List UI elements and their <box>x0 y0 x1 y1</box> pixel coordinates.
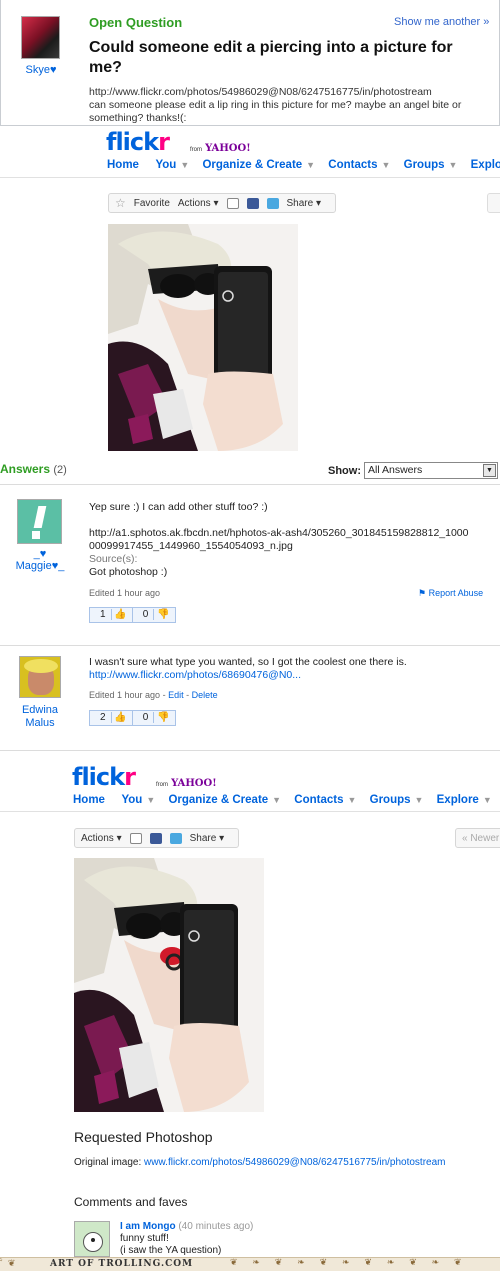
actions-button[interactable]: Actions ▾ <box>178 198 219 209</box>
show-label: Show: <box>328 465 361 477</box>
nav-groups[interactable]: Groups <box>404 159 445 171</box>
nav-explore[interactable]: Explore <box>437 794 479 806</box>
original-image-link[interactable]: www.flickr.com/photos/54986029@N08/62475… <box>144 1157 445 1168</box>
facebook-icon[interactable] <box>149 832 162 844</box>
flag-icon: ⚑ <box>418 588 427 598</box>
question-body: http://www.flickr.com/photos/54986029@N0… <box>89 86 489 125</box>
flickr-header-2: flickr from YAHOO! Home You ▼ Organize & … <box>0 760 500 812</box>
nav-contacts[interactable]: Contacts <box>328 159 377 171</box>
answerer-name[interactable]: _♥ Maggie♥_ <box>10 548 70 572</box>
answer-link[interactable]: http://a1.sphotos.ak.fbcdn.net/hphotos-a… <box>89 527 469 553</box>
newer-button[interactable]: « Newer <box>455 828 500 848</box>
thumbs-up-button[interactable]: 2 👍 <box>90 711 133 725</box>
actions-button[interactable]: Actions ▾ <box>81 833 122 844</box>
photo-title: Requested Photoshop <box>74 1129 213 1145</box>
nav-home[interactable]: Home <box>73 794 105 806</box>
photo-selfie-edited <box>74 858 264 1112</box>
nav-organize[interactable]: Organize & Create <box>168 794 268 806</box>
edit-link[interactable]: Edit <box>168 690 184 700</box>
comment-line-1: funny stuff! <box>120 1233 169 1244</box>
question-status: Open Question <box>89 15 183 30</box>
thumbs-down-button[interactable]: 0 👎 <box>133 608 175 622</box>
question-text: can someone please edit a lip ring in th… <box>89 99 462 124</box>
sources-label: Source(s): <box>89 553 138 565</box>
site-watermark-text: ART OF TROLLING.COM <box>50 1259 194 1269</box>
asker-name[interactable]: Skye♥ <box>15 64 67 76</box>
divider <box>0 484 500 485</box>
commenter-name[interactable]: I am Mongo <box>120 1221 176 1232</box>
comment-line-2: (i saw the YA question) <box>120 1245 222 1256</box>
comment-time: (40 minutes ago) <box>178 1221 254 1232</box>
show-another-link[interactable]: Show me another » <box>394 16 489 28</box>
thumbs-down-icon: 👎 <box>157 712 170 723</box>
photo-selfie-original <box>108 224 298 451</box>
nav-you[interactable]: You <box>155 159 176 171</box>
nav-organize[interactable]: Organize & Create <box>202 159 302 171</box>
answer-text: I wasn't sure what type you wanted, so I… <box>89 656 407 668</box>
nav-contacts[interactable]: Contacts <box>294 794 343 806</box>
photo-toolbar-2: Actions ▾ Share ▾ <box>74 828 239 848</box>
facebook-icon[interactable] <box>246 197 259 209</box>
flickr-nav-2: Home You ▼ Organize & Create ▼ Contacts ▼ G… <box>73 794 492 806</box>
site-watermark: ART OF TROLLING.COM ꩰ ❦ ❦ ❧ ❦ ❧ ❦ ❧ ❦ ❧ … <box>0 1257 500 1271</box>
flickr-logo[interactable]: flickr <box>72 763 136 791</box>
answer-meta: Edited 1 hour ago - Edit - Delete <box>89 690 218 700</box>
vote-box: 1 👍 0 👎 <box>89 607 176 623</box>
divider <box>0 750 500 751</box>
yahoo-logo: from YAHOO! <box>190 143 251 154</box>
delete-link[interactable]: Delete <box>192 690 218 700</box>
edited-photo[interactable] <box>74 858 264 1112</box>
twitter-icon[interactable] <box>266 197 279 209</box>
flickr-nav-1: Home You ▼ Organize & Create ▼ Contacts ▼ G… <box>107 159 500 171</box>
thumbs-down-icon: 👎 <box>157 609 170 620</box>
commenter-avatar[interactable] <box>74 1221 110 1257</box>
sources-text: Got photoshop :) <box>89 566 168 578</box>
original-image-line: Original image: www.flickr.com/photos/54… <box>74 1157 446 1168</box>
vote-box: 2 👍 0 👎 <box>89 710 176 726</box>
chevron-down-icon[interactable]: ▼ <box>483 464 496 477</box>
answer-text: Yep sure :) I can add other stuff too? :… <box>89 501 268 513</box>
email-icon[interactable] <box>226 197 239 209</box>
question-url[interactable]: http://www.flickr.com/photos/54986029@N0… <box>89 86 489 99</box>
flickr-header-1: flickr from YAHOO! Home You ▼ Organize & … <box>0 126 500 178</box>
swirl-pattern: ❦ ❧ ❦ ❧ ❦ ❧ ❦ ❧ ❦ ❧ ❦ <box>230 1258 468 1268</box>
divider <box>0 645 500 646</box>
share-button[interactable]: Share ▾ <box>190 833 225 844</box>
answerer-name[interactable]: Edwina Malus <box>12 704 68 730</box>
answers-heading: Answers (2) <box>0 462 67 476</box>
answer-body: Yep sure :) I can add other stuff too? :… <box>89 501 489 579</box>
twitter-icon[interactable] <box>169 832 182 844</box>
answers-filter-select[interactable]: All Answers ▼ <box>364 462 498 479</box>
thumbs-up-button[interactable]: 1 👍 <box>90 608 133 622</box>
thumbs-up-icon: 👍 <box>114 712 127 723</box>
photo-toolbar-1: ☆ Favorite Actions ▾ Share ▾ <box>108 193 336 213</box>
question-panel: Skye♥ Open Question Show me another » Co… <box>0 0 500 126</box>
question-title: Could someone edit a piercing into a pic… <box>89 39 453 76</box>
nav-explore[interactable]: Explore <box>471 159 500 171</box>
comments-heading: Comments and faves <box>74 1195 188 1209</box>
comment: I am Mongo (40 minutes ago) funny stuff!… <box>120 1221 253 1257</box>
original-photo[interactable] <box>108 224 298 451</box>
favorite-button[interactable]: Favorite <box>134 198 170 209</box>
yahoo-logo: from YAHOO! <box>156 778 217 789</box>
answerer-avatar[interactable] <box>19 656 61 698</box>
nav-home[interactable]: Home <box>107 159 139 171</box>
answer-link[interactable]: http://www.flickr.com/photos/68690476@N0… <box>89 669 489 682</box>
nav-you[interactable]: You <box>121 794 142 806</box>
nav-groups[interactable]: Groups <box>370 794 411 806</box>
thumbs-up-icon: 👍 <box>114 609 127 620</box>
thumbs-down-button[interactable]: 0 👎 <box>133 711 175 725</box>
answerer-avatar[interactable] <box>17 499 62 544</box>
nav-arrow-button[interactable] <box>487 193 500 213</box>
email-icon[interactable] <box>129 832 142 844</box>
answer-meta: Edited 1 hour ago <box>89 588 161 598</box>
flickr-logo[interactable]: flickr <box>106 128 170 156</box>
asker-avatar[interactable] <box>21 16 60 59</box>
swirl-icon: ꩰ ❦ <box>3 1259 17 1269</box>
report-abuse-link[interactable]: ⚑ Report Abuse <box>418 588 483 599</box>
star-icon[interactable]: ☆ <box>115 196 126 210</box>
share-button[interactable]: Share ▾ <box>287 198 322 209</box>
answer-body: I wasn't sure what type you wanted, so I… <box>89 656 489 682</box>
